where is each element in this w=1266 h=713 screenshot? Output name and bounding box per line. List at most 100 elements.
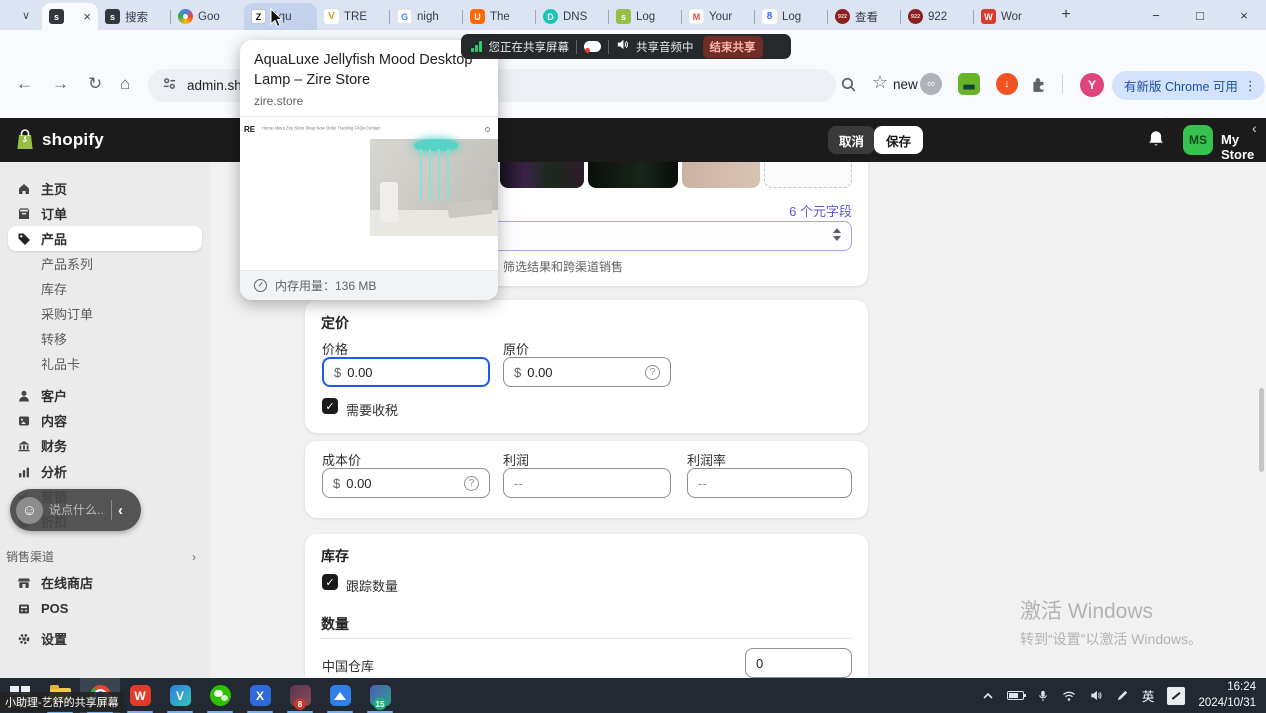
help-icon[interactable]: ? xyxy=(645,365,660,380)
cloud-app-icon[interactable] xyxy=(584,41,601,52)
wechat-icon xyxy=(210,685,231,706)
taskbar-clock[interactable]: 16:24 2024/10/31 xyxy=(1198,680,1256,711)
chrome-update-chip[interactable]: 有新版 Chrome 可用 ⋮ xyxy=(1112,71,1265,100)
sidebar-item-online-store[interactable]: 在线商店 xyxy=(8,570,202,595)
chevron-left-icon[interactable]: ‹ xyxy=(1252,120,1257,136)
forward-button[interactable]: → xyxy=(52,74,69,94)
assistant-avatar-icon[interactable]: ☺ xyxy=(16,497,43,524)
sidebar-item-home[interactable]: 主页 xyxy=(8,176,202,201)
badge8-app-taskbar-button[interactable]: 8 xyxy=(280,678,320,713)
close-button[interactable]: × xyxy=(1222,0,1266,30)
search-icon[interactable] xyxy=(840,76,857,98)
tab-trend[interactable]: V TRE xyxy=(317,3,390,30)
tax-checkbox[interactable]: ✓ xyxy=(322,398,338,414)
badge-922-favicon: 922 xyxy=(908,9,923,24)
page-scrollbar[interactable] xyxy=(1259,388,1264,472)
windows-activation-watermark: 激活 Windows 转到“设置”以激活 Windows。 xyxy=(1020,595,1202,649)
price-input[interactable] xyxy=(347,365,417,380)
sidebar-item-customers[interactable]: 客户 xyxy=(8,383,202,408)
memory-usage: 内存用量：136 MB xyxy=(275,277,376,294)
v-app-taskbar-button[interactable]: V xyxy=(160,678,200,713)
tab-search[interactable]: s 搜索 xyxy=(98,3,171,30)
sidebar-item-analytics[interactable]: 分析 xyxy=(8,459,202,484)
cancel-button[interactable]: 取消 xyxy=(828,126,875,154)
shopify-sidebar: 主页 订单 产品 产品系列 库存 采购订单 转移 礼品卡 客户 内容 财务 分析 xyxy=(0,162,210,678)
download-extension-icon[interactable]: ↓ xyxy=(996,73,1018,95)
compare-price-field[interactable]: $ ? xyxy=(503,357,671,387)
sidebar-item-transfers[interactable]: 转移 xyxy=(8,326,202,351)
tab-search-button[interactable]: ∨ xyxy=(14,3,38,27)
cost-input[interactable] xyxy=(346,476,416,491)
sidebar-label: 主页 xyxy=(41,179,67,198)
tab-the[interactable]: U The xyxy=(463,3,536,30)
new-tab-button[interactable]: + xyxy=(1053,2,1079,28)
sidebar-item-settings[interactable]: 设置 xyxy=(8,626,202,651)
tab-view-922[interactable]: 922 查看 xyxy=(828,3,901,30)
stop-sharing-button[interactable]: 结束共享 xyxy=(703,36,763,58)
maximize-button[interactable]: □ xyxy=(1178,0,1222,30)
extensions-puzzle-icon[interactable] xyxy=(1030,75,1048,98)
tab-google[interactable]: Goo xyxy=(171,3,244,30)
tray-expand-icon[interactable] xyxy=(982,691,994,701)
reload-button[interactable]: ↻ xyxy=(88,74,102,94)
tab-log[interactable]: s Log xyxy=(609,3,682,30)
profit-label: 利润 xyxy=(503,450,529,469)
home-button[interactable]: ⌂ xyxy=(120,74,130,94)
taskbar: W V X 8 15 英 16:24 2024/10/31 xyxy=(0,678,1266,713)
badge15-app-taskbar-button[interactable]: 15 xyxy=(360,678,400,713)
compare-price-input[interactable] xyxy=(527,365,597,380)
minimize-button[interactable]: − xyxy=(1134,0,1178,30)
sidebar-item-orders[interactable]: 订单 xyxy=(8,201,202,226)
sidebar-item-finances[interactable]: 财务 xyxy=(8,433,202,458)
currency-symbol: $ xyxy=(334,365,341,380)
wifi-icon[interactable] xyxy=(1062,690,1076,702)
tab-word[interactable]: W Wor xyxy=(974,3,1047,30)
sidebar-item-inventory[interactable]: 库存 xyxy=(8,276,202,301)
preview-title: AquaLuxe Jellyfish Mood Desktop Lamp – Z… xyxy=(240,40,498,92)
tax-checkbox-label: 需要收税 xyxy=(346,400,398,419)
track-quantity-checkbox[interactable]: ✓ xyxy=(322,574,338,590)
adblock-extension-icon[interactable]: ▄▄ xyxy=(958,73,980,95)
snip-tool-icon[interactable] xyxy=(1167,687,1185,705)
cost-field[interactable]: $ ? xyxy=(322,468,490,498)
sidebar-item-collections[interactable]: 产品系列 xyxy=(8,251,202,276)
tab-dns[interactable]: D DNS xyxy=(536,3,609,30)
tab-close-icon[interactable]: × xyxy=(83,10,91,23)
gallery-app-taskbar-button[interactable] xyxy=(320,678,360,713)
battery-icon[interactable] xyxy=(1007,691,1024,700)
sidebar-item-gift-cards[interactable]: 礼品卡 xyxy=(8,351,202,376)
quantity-field[interactable] xyxy=(745,648,852,678)
assistant-input[interactable] xyxy=(49,503,105,517)
tab-your-mail[interactable]: M Your xyxy=(682,3,755,30)
price-field[interactable]: $ xyxy=(322,357,490,387)
sidebar-item-products[interactable]: 产品 xyxy=(8,226,202,251)
metafields-link[interactable]: 6 个元字段 xyxy=(789,201,852,220)
microphone-icon[interactable] xyxy=(1037,689,1049,703)
back-button[interactable]: ← xyxy=(16,74,33,94)
store-name[interactable]: My Store xyxy=(1221,132,1266,162)
sidebar-item-pos[interactable]: POS xyxy=(8,596,202,621)
tab-922proxy[interactable]: 922 922 xyxy=(901,3,974,30)
notifications-bell-icon[interactable] xyxy=(1146,129,1166,154)
save-button[interactable]: 保存 xyxy=(874,126,923,154)
tab-shopify-admin[interactable]: s × xyxy=(42,3,98,30)
tab-log2[interactable]: 8 Log xyxy=(755,3,828,30)
ime-indicator[interactable]: 英 xyxy=(1142,686,1155,705)
menu-dots-icon[interactable]: ⋮ xyxy=(1244,78,1257,94)
store-avatar[interactable]: MS xyxy=(1183,125,1213,155)
link-extension-icon[interactable]: ∞ xyxy=(920,73,942,95)
quantity-input[interactable] xyxy=(756,656,816,671)
chevron-right-icon[interactable]: › xyxy=(192,550,196,564)
volume-icon[interactable] xyxy=(1089,689,1103,702)
sidebar-item-content[interactable]: 内容 xyxy=(8,408,202,433)
sidebar-item-purchase-orders[interactable]: 采购订单 xyxy=(8,301,202,326)
wps-taskbar-button[interactable]: W xyxy=(120,678,160,713)
profile-avatar[interactable]: Y xyxy=(1080,73,1104,97)
pen-icon[interactable] xyxy=(1116,689,1129,702)
tab-night[interactable]: G nigh xyxy=(390,3,463,30)
assistant-collapse-button[interactable]: ‹ xyxy=(118,502,123,519)
help-icon[interactable]: ? xyxy=(464,476,479,491)
x-app-taskbar-button[interactable]: X xyxy=(240,678,280,713)
wechat-taskbar-button[interactable] xyxy=(200,678,240,713)
bookmark-star-icon[interactable]: ☆ xyxy=(872,72,888,93)
